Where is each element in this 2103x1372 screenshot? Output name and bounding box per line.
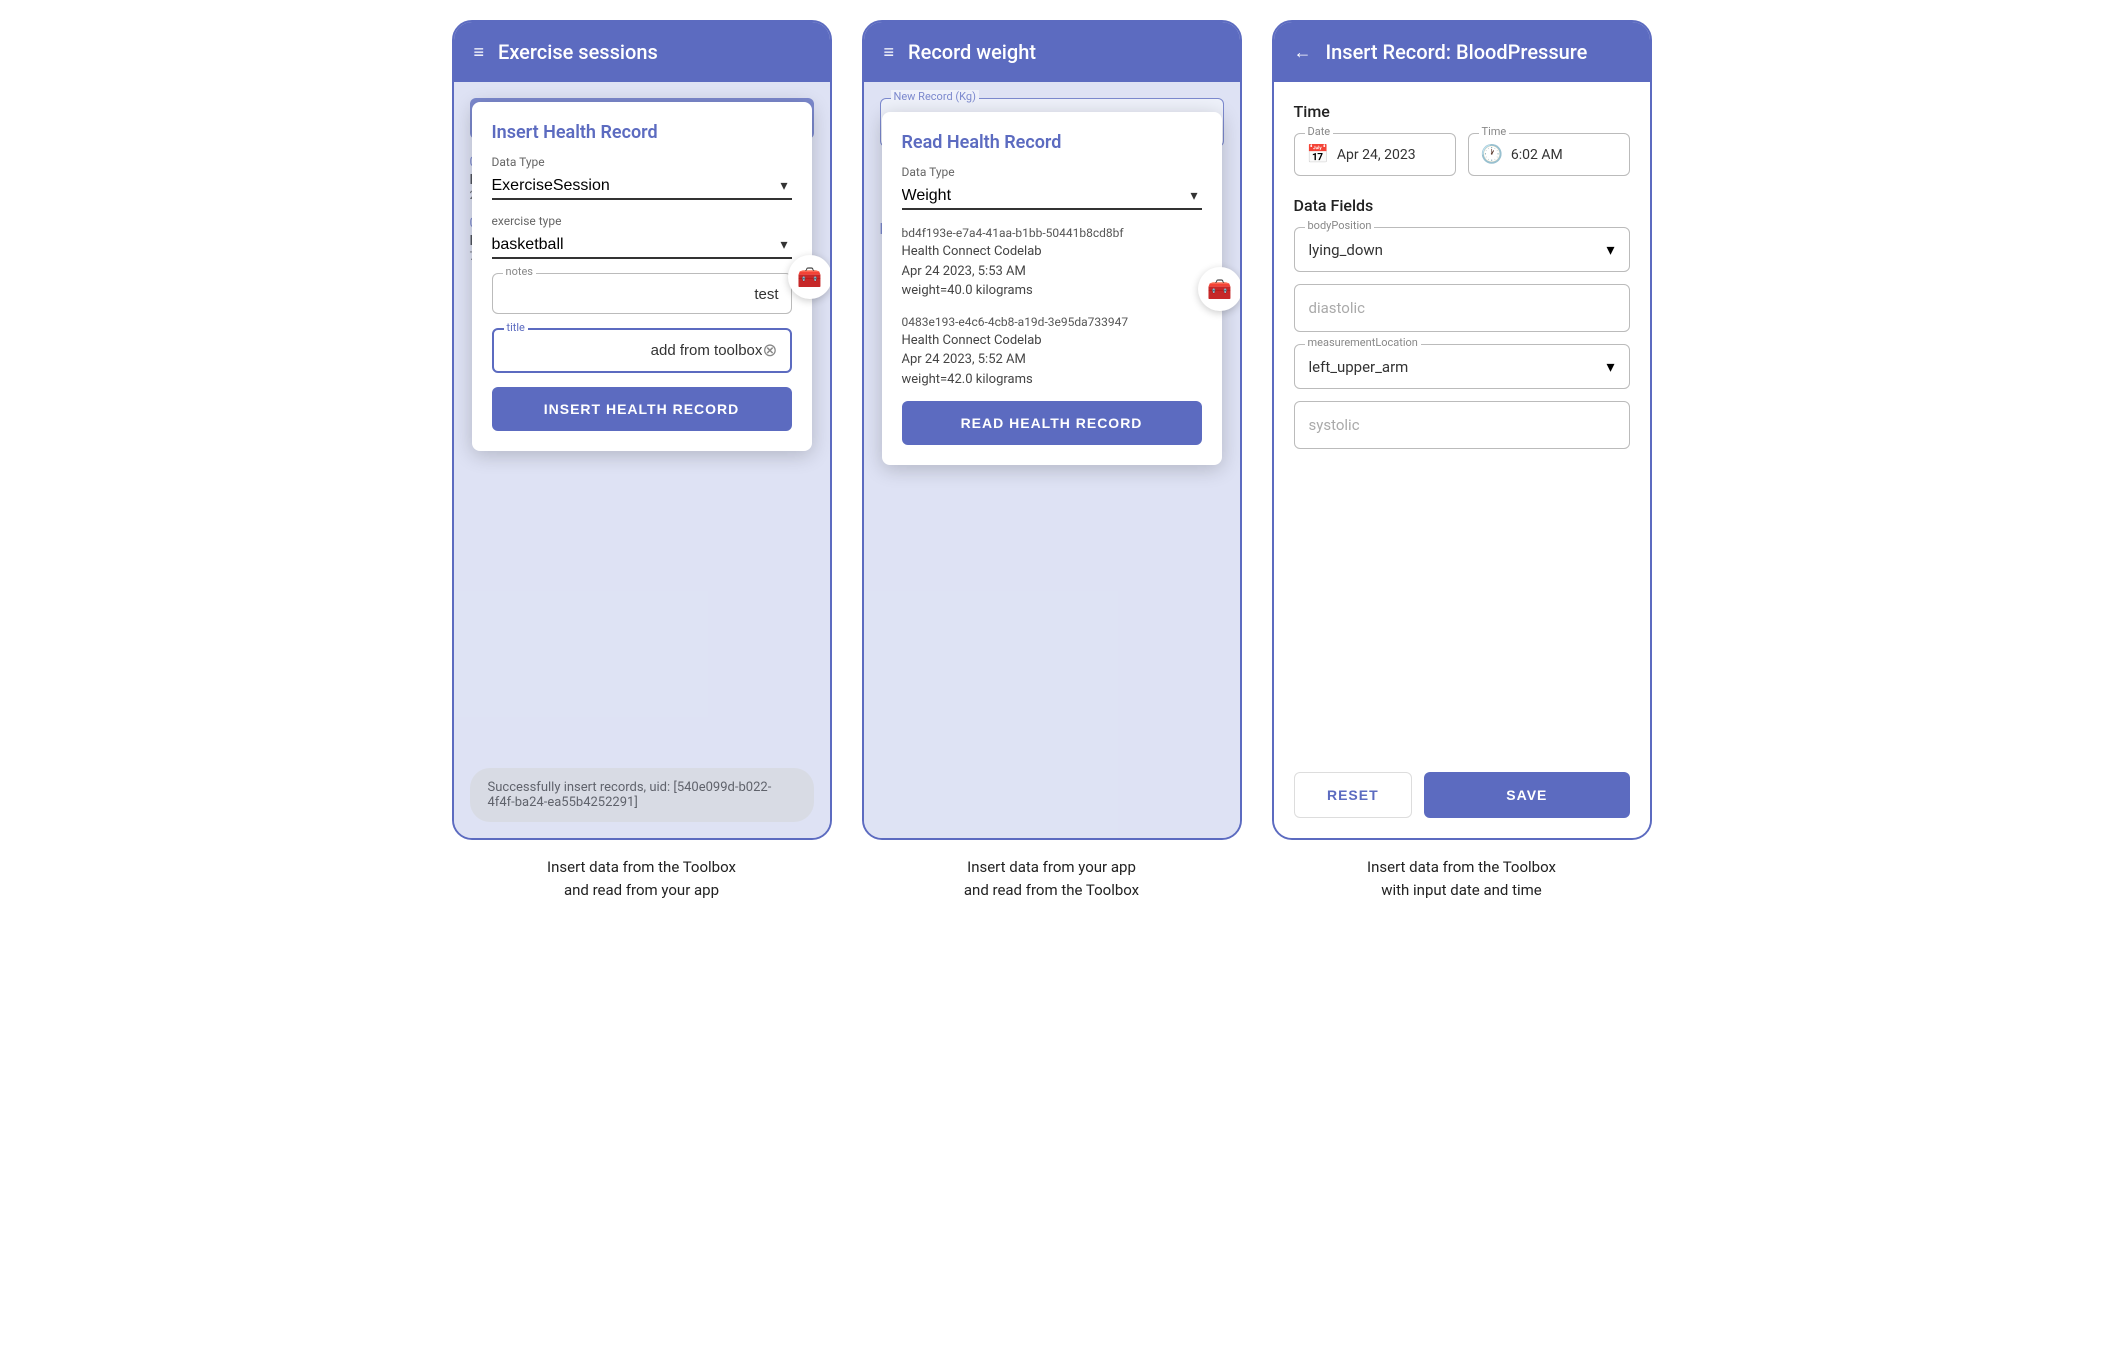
- screen1-header: ≡ Exercise sessions: [454, 22, 830, 82]
- clock-icon: 🕐: [1481, 144, 1503, 165]
- menu-icon[interactable]: ≡: [474, 42, 485, 63]
- toolbox-fab-1[interactable]: 🧰: [788, 255, 830, 299]
- insert-health-record-dialog: Insert Health Record Data Type ExerciseS…: [472, 102, 812, 451]
- measurement-entry-1: bd4f193e-e7a4-41aa-b1bb-50441b8cd8bf Hea…: [902, 224, 1202, 301]
- dialog1-datatype-select[interactable]: ExerciseSession: [492, 173, 792, 198]
- screen3-frame: ← Insert Record: BloodPressure Time Date…: [1272, 20, 1652, 840]
- screen2-dialog-overlay: Read Health Record Data Type Weight ▾ bd…: [864, 82, 1240, 838]
- dialog1-title-wrap: title ⊗: [492, 328, 792, 373]
- bottom-actions: RESET SAVE: [1294, 772, 1630, 818]
- insert-health-record-button[interactable]: INSERT HEALTH RECORD: [492, 387, 792, 431]
- time-label: Time: [1479, 125, 1510, 138]
- reset-button[interactable]: RESET: [1294, 772, 1413, 818]
- screen2-body: New Record (Kg) Add Previous Measurement…: [864, 82, 1240, 838]
- data-fields-label: Data Fields: [1294, 196, 1630, 215]
- systolic-field[interactable]: systolic: [1294, 401, 1630, 449]
- page-container: ≡ Exercise sessions Insert session 04:01…: [452, 20, 1652, 901]
- measurement-location-value: left_upper_arm: [1309, 358, 1409, 376]
- date-label: Date: [1305, 125, 1334, 138]
- dialog1-notes-wrap: notes: [492, 273, 792, 314]
- screen2-dialog-wrapper: Read Health Record Data Type Weight ▾ bd…: [882, 112, 1222, 465]
- chevron-down-icon-3: ▾: [1190, 188, 1197, 204]
- screen2-caption: Insert data from your appand read from t…: [964, 856, 1139, 901]
- body-position-value: lying_down: [1309, 241, 1383, 259]
- date-time-row: Date 📅 Apr 24, 2023 Time 🕐 6:02 AM: [1294, 133, 1630, 176]
- entry-id-1: bd4f193e-e7a4-41aa-b1bb-50441b8cd8bf: [902, 224, 1202, 242]
- calendar-icon: 📅: [1307, 144, 1329, 165]
- dialog1-exercisetype-label: exercise type: [492, 214, 792, 228]
- screen2-column: ≡ Record weight New Record (Kg) Add Prev…: [862, 20, 1242, 901]
- screen2-header: ≡ Record weight: [864, 22, 1240, 82]
- screen1-dialog-overlay: Insert Health Record Data Type ExerciseS…: [454, 82, 830, 838]
- screen1-title: Exercise sessions: [498, 40, 658, 64]
- screen3-body: Time Date 📅 Apr 24, 2023 Time 🕐 6:02 AM …: [1274, 82, 1650, 838]
- screen1-body: Insert session 04:01:09 - 04:31:09 My Ru…: [454, 82, 830, 838]
- screen1-frame: ≡ Exercise sessions Insert session 04:01…: [452, 20, 832, 840]
- dialog2-datatype-label: Data Type: [902, 165, 1202, 179]
- screen1-caption: Insert data from the Toolboxand read fro…: [547, 856, 736, 901]
- entry-date-1: Apr 24 2023, 5:53 AM: [902, 262, 1202, 282]
- entry-date-2: Apr 24 2023, 5:52 AM: [902, 350, 1202, 370]
- chevron-down-icon-4: ▾: [1606, 240, 1614, 259]
- dialog1-title-label: title: [504, 321, 528, 334]
- dialog1-datatype-label: Data Type: [492, 155, 792, 169]
- diastolic-field[interactable]: diastolic: [1294, 284, 1630, 332]
- date-field[interactable]: Date 📅 Apr 24, 2023: [1294, 133, 1456, 176]
- read-health-record-button[interactable]: READ HEALTH RECORD: [902, 401, 1202, 445]
- dialog1-title: Insert Health Record: [492, 122, 792, 143]
- screen1-dialog-wrapper: Insert Health Record Data Type ExerciseS…: [472, 102, 812, 451]
- body-position-field[interactable]: bodyPosition lying_down ▾: [1294, 227, 1630, 272]
- screen3-column: ← Insert Record: BloodPressure Time Date…: [1272, 20, 1652, 901]
- screen3-caption: Insert data from the Toolboxwith input d…: [1367, 856, 1556, 901]
- screen2-title: Record weight: [908, 40, 1036, 64]
- body-position-label: bodyPosition: [1305, 219, 1375, 232]
- measurement-location-field[interactable]: measurementLocation left_upper_arm ▾: [1294, 344, 1630, 389]
- entry-value-1: weight=40.0 kilograms: [902, 281, 1202, 301]
- toolbox-fab-2[interactable]: 🧰: [1198, 267, 1240, 311]
- dialog1-datatype-select-wrap[interactable]: ExerciseSession ▾: [492, 173, 792, 200]
- clear-icon[interactable]: ⊗: [762, 340, 777, 361]
- dialog1-title-input[interactable]: [506, 342, 763, 359]
- screen2-frame: ≡ Record weight New Record (Kg) Add Prev…: [862, 20, 1242, 840]
- entry-source-2: Health Connect Codelab: [902, 331, 1202, 351]
- screen1-column: ≡ Exercise sessions Insert session 04:01…: [452, 20, 832, 901]
- time-field[interactable]: Time 🕐 6:02 AM: [1468, 133, 1630, 176]
- chevron-down-icon-1: ▾: [780, 178, 787, 194]
- measurement-entry-2: 0483e193-e4c6-4cb8-a19d-3e95da733947 Hea…: [902, 313, 1202, 390]
- dialog1-exercisetype-select-wrap[interactable]: basketball ▾: [492, 232, 792, 259]
- dialog2-title: Read Health Record: [902, 132, 1202, 153]
- dialog2-datatype-select-wrap[interactable]: Weight ▾: [902, 183, 1202, 210]
- dialog1-exercisetype-select[interactable]: basketball: [492, 232, 792, 257]
- dialog2-datatype-select[interactable]: Weight: [902, 183, 1202, 208]
- save-button[interactable]: SAVE: [1424, 772, 1629, 818]
- entry-value-2: weight=42.0 kilograms: [902, 370, 1202, 390]
- time-section-label: Time: [1294, 102, 1630, 121]
- screen3-header: ← Insert Record: BloodPressure: [1274, 22, 1650, 82]
- menu-icon-2[interactable]: ≡: [884, 42, 895, 63]
- dialog1-notes-input[interactable]: [505, 286, 779, 303]
- dialog1-notes-label: notes: [503, 265, 536, 278]
- date-value: Apr 24, 2023: [1337, 147, 1416, 163]
- read-health-record-dialog: Read Health Record Data Type Weight ▾ bd…: [882, 112, 1222, 465]
- entry-source-1: Health Connect Codelab: [902, 242, 1202, 262]
- time-value: 6:02 AM: [1511, 147, 1563, 163]
- chevron-down-icon-5: ▾: [1606, 357, 1614, 376]
- entry-id-2: 0483e193-e4c6-4cb8-a19d-3e95da733947: [902, 313, 1202, 331]
- measurement-location-label: measurementLocation: [1305, 336, 1421, 349]
- chevron-down-icon-2: ▾: [780, 237, 787, 253]
- screen3-title: Insert Record: BloodPressure: [1326, 40, 1588, 64]
- back-icon[interactable]: ←: [1294, 42, 1312, 63]
